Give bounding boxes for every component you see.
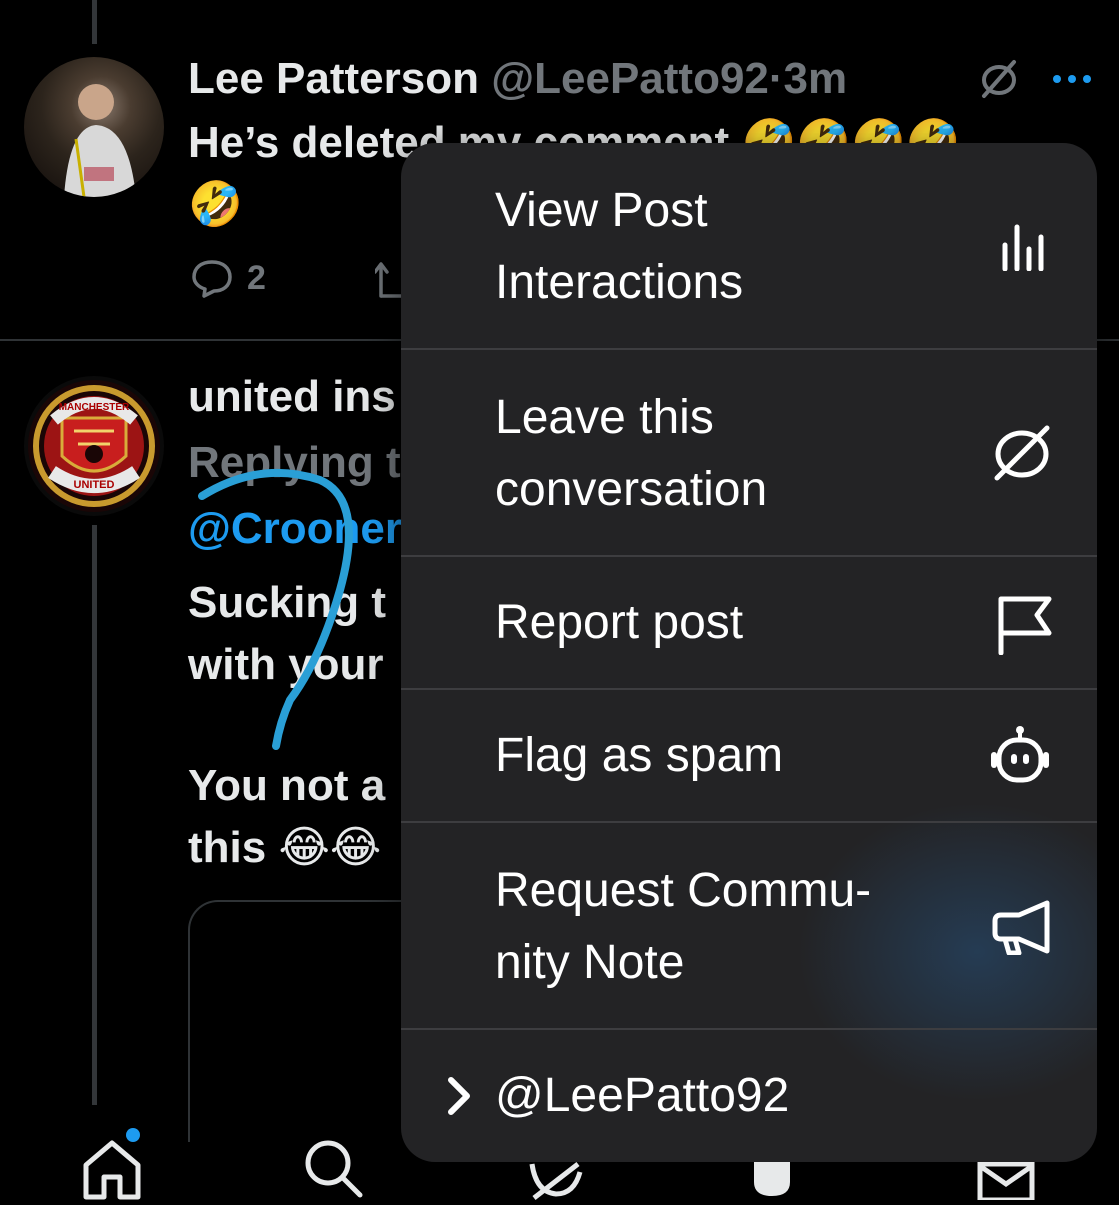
menu-label-line1: Leave this xyxy=(495,391,714,444)
chevron-right-icon xyxy=(445,1076,473,1121)
menu-account-handle: @LeePatto92 xyxy=(495,1069,790,1122)
manchester-united-crest-icon: MANCHESTER UNITED xyxy=(28,380,160,512)
more-options-icon[interactable] xyxy=(1050,62,1094,96)
post-context-menu: View Post Interactions Leave this conver… xyxy=(401,143,1097,1162)
home-notification-dot xyxy=(126,1128,140,1142)
home-icon[interactable] xyxy=(80,1135,144,1205)
menu-item-flag-as-spam[interactable]: Flag as spam xyxy=(401,690,1097,821)
menu-label-line2: Interactions xyxy=(495,256,744,309)
thread-line-top xyxy=(92,0,97,44)
post1-handle[interactable]: @LeePatto92 xyxy=(491,54,769,103)
menu-item-request-community-note[interactable]: Request Commu- nity Note xyxy=(401,823,1097,1028)
post2-line4: this 😂😂 xyxy=(188,823,382,872)
post1-header: Lee Patterson @LeePatto92·3m xyxy=(188,52,847,106)
post1-time[interactable]: 3m xyxy=(784,54,848,103)
avatar-lee-patterson[interactable] xyxy=(24,57,164,197)
muted-conversation-icon xyxy=(978,58,1020,105)
thread-line-bottom xyxy=(92,525,97,1105)
search-icon[interactable] xyxy=(302,1137,365,1205)
menu-label-line2: conversation xyxy=(495,463,768,516)
megaphone-icon xyxy=(991,899,1053,960)
menu-label-line1: Request Commu- xyxy=(495,864,872,917)
post1-separator: · xyxy=(768,54,784,103)
post1-display-name[interactable]: Lee Patterson xyxy=(188,54,479,103)
crest-bottom-text: UNITED xyxy=(74,479,115,491)
bar-chart-icon xyxy=(999,223,1053,276)
avatar-photo xyxy=(64,84,136,197)
post2-display-name[interactable]: united ins xyxy=(188,370,396,424)
avatar-united[interactable]: MANCHESTER UNITED xyxy=(24,376,164,516)
grok-icon[interactable] xyxy=(526,1162,586,1205)
robot-icon xyxy=(987,724,1053,793)
post2-line3: You not a xyxy=(188,761,386,810)
menu-label-line1: Report post xyxy=(495,596,744,649)
menu-item-account[interactable]: @LeePatto92 xyxy=(401,1030,1097,1162)
reply-button[interactable] xyxy=(190,256,234,305)
menu-item-report-post[interactable]: Report post xyxy=(401,557,1097,688)
reply-icon xyxy=(192,260,232,298)
annotation-scribble xyxy=(198,468,353,750)
mute-bubble-icon xyxy=(991,422,1053,489)
notifications-icon[interactable] xyxy=(752,1162,792,1205)
menu-label-line2: nity Note xyxy=(495,936,685,989)
post1-text-line2: 🤣 xyxy=(188,180,243,229)
flag-icon xyxy=(995,593,1053,660)
menu-item-view-post-interactions[interactable]: View Post Interactions xyxy=(401,143,1097,348)
reply-count: 2 xyxy=(247,259,266,297)
menu-item-leave-conversation[interactable]: Leave this conversation xyxy=(401,350,1097,555)
crest-top-text: MANCHESTER xyxy=(59,402,130,413)
menu-label-line1: View Post xyxy=(495,184,708,237)
messages-icon[interactable] xyxy=(976,1161,1036,1205)
menu-label-line1: Flag as spam xyxy=(495,729,784,782)
